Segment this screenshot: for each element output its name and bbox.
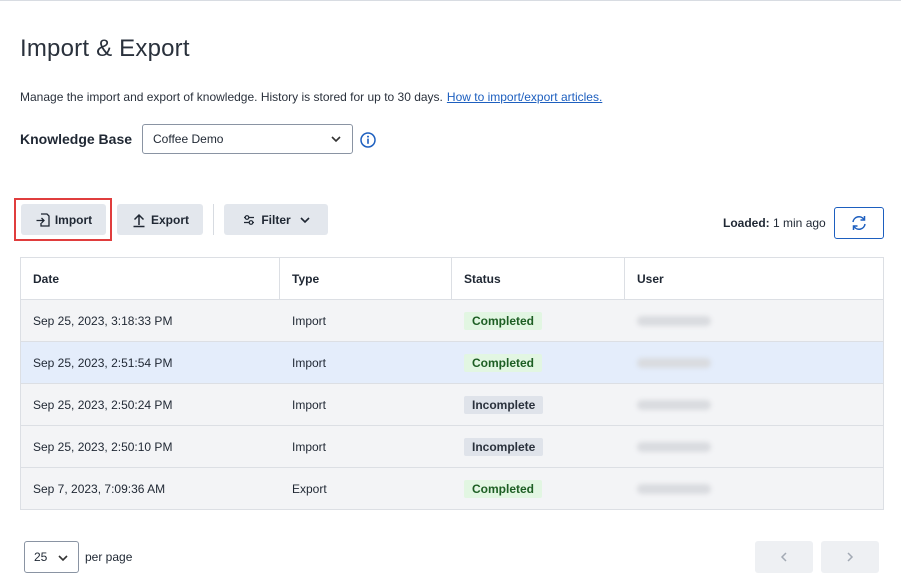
user-redacted — [637, 483, 711, 494]
knowledge-base-value: Coffee Demo — [153, 132, 224, 146]
row-type: Export — [292, 481, 327, 496]
knowledge-base-label: Knowledge Base — [20, 131, 133, 147]
per-page-value: 25 — [34, 550, 48, 564]
column-header-type[interactable]: Type — [280, 258, 452, 299]
loaded-status: Loaded: 1 min ago — [723, 216, 826, 230]
row-date: Sep 25, 2023, 2:50:24 PM — [33, 397, 173, 412]
chevron-down-icon — [331, 136, 341, 143]
import-button-label: Import — [54, 212, 93, 227]
info-icon[interactable] — [360, 132, 376, 148]
user-redacted — [637, 441, 711, 452]
next-page-button[interactable] — [821, 541, 879, 573]
upload-icon — [133, 213, 145, 227]
chevron-down-icon — [300, 216, 310, 223]
loaded-label: Loaded: — [723, 216, 770, 230]
loaded-value: 1 min ago — [773, 216, 826, 230]
toolbar-divider — [213, 204, 214, 235]
help-link[interactable]: How to import/export articles. — [447, 90, 602, 104]
chevron-right-icon — [847, 552, 854, 562]
row-date: Sep 25, 2023, 2:51:54 PM — [33, 355, 173, 370]
table-row[interactable]: Sep 25, 2023, 2:50:10 PM Import Incomple… — [21, 425, 883, 467]
export-button[interactable]: Export — [117, 204, 203, 235]
row-type: Import — [292, 355, 327, 370]
sliders-icon — [244, 214, 255, 225]
page-title: Import & Export — [20, 35, 190, 62]
column-header-user[interactable]: User — [625, 258, 883, 299]
refresh-icon — [852, 216, 866, 230]
row-date: Sep 7, 2023, 7:09:36 AM — [33, 481, 166, 496]
table-row[interactable]: Sep 25, 2023, 3:18:33 PM Import Complete… — [21, 299, 883, 341]
column-header-date[interactable]: Date — [21, 258, 280, 299]
user-redacted — [637, 357, 711, 368]
per-page-select[interactable]: 25 — [24, 541, 79, 573]
history-table: Date Type Status User Sep 25, 2023, 3:18… — [20, 257, 884, 510]
row-type: Import — [292, 313, 327, 328]
per-page-label: per page — [85, 550, 133, 564]
import-icon — [36, 212, 50, 227]
row-date: Sep 25, 2023, 2:50:10 PM — [33, 439, 173, 454]
export-button-label: Export — [150, 212, 189, 227]
status-badge: Completed — [464, 353, 543, 372]
column-header-status[interactable]: Status — [452, 258, 625, 299]
table-row[interactable]: Sep 25, 2023, 2:51:54 PM Import Complete… — [21, 341, 883, 383]
status-badge: Incomplete — [464, 395, 544, 414]
user-redacted — [637, 399, 711, 410]
status-badge: Completed — [464, 479, 543, 498]
row-type: Import — [292, 439, 327, 454]
status-badge: Completed — [464, 311, 543, 330]
page-description: Manage the import and export of knowledg… — [20, 90, 602, 104]
filter-button-label: Filter — [261, 212, 291, 227]
table-row[interactable]: Sep 7, 2023, 7:09:36 AM Export Completed — [21, 467, 883, 509]
row-date: Sep 25, 2023, 3:18:33 PM — [33, 313, 173, 328]
prev-page-button[interactable] — [755, 541, 813, 573]
row-type: Import — [292, 397, 327, 412]
filter-button[interactable]: Filter — [224, 204, 328, 235]
status-badge: Incomplete — [464, 437, 544, 456]
chevron-left-icon — [780, 552, 787, 562]
refresh-button[interactable] — [834, 207, 884, 239]
import-button[interactable]: Import — [21, 204, 106, 235]
table-row[interactable]: Sep 25, 2023, 2:50:24 PM Import Incomple… — [21, 383, 883, 425]
user-redacted — [637, 315, 711, 326]
chevron-down-icon — [58, 555, 68, 562]
description-text: Manage the import and export of knowledg… — [20, 90, 443, 104]
table-header-row: Date Type Status User — [21, 258, 883, 299]
knowledge-base-select[interactable]: Coffee Demo — [142, 124, 353, 154]
